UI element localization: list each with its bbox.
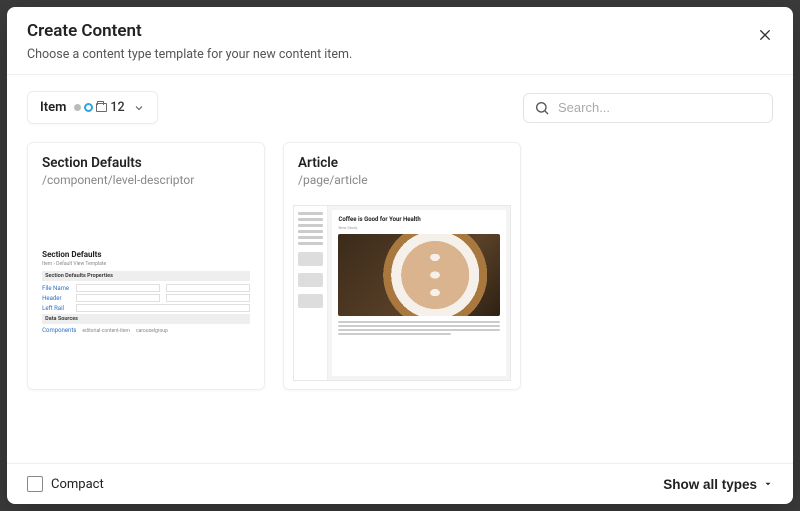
preview-row-value: editorial-content-item — [82, 328, 130, 334]
show-all-label: Show all types — [663, 477, 757, 492]
template-cards: Section Defaults /component/level-descri… — [27, 142, 773, 453]
preview-article-title: Coffee is Good for Your Health — [338, 216, 499, 223]
preview-row-label: Header — [42, 295, 70, 302]
compact-label: Compact — [51, 477, 104, 492]
checkbox-icon — [27, 476, 43, 492]
preview-cell — [76, 284, 160, 292]
preview-thumbnail: Section Defaults Item › Default View Tem… — [42, 250, 250, 336]
preview-cell — [166, 284, 250, 292]
folder-icon — [96, 103, 107, 112]
coffee-image — [338, 234, 499, 316]
modal-body: Item 12 — [7, 75, 793, 463]
preview-row-label: Components — [42, 327, 76, 334]
preview-heading: Section Defaults — [42, 250, 250, 259]
preview-main: Coffee is Good for Your Health New Study — [332, 210, 505, 377]
type-filter-badges: 12 — [74, 100, 124, 115]
card-preview: Coffee is Good for Your Health New Study — [284, 197, 520, 389]
preview-paragraph-lines — [338, 321, 499, 335]
search-input[interactable] — [558, 100, 762, 115]
preview-article-sub: New Study — [338, 225, 499, 230]
preview-sub: Item › Default View Template — [42, 261, 250, 267]
card-path: /component/level-descriptor — [42, 173, 250, 187]
preview-row-value: carouselgroup — [136, 328, 168, 334]
modal-footer: Compact Show all types — [7, 463, 793, 504]
preview-sidebar — [294, 206, 328, 381]
card-path: /page/article — [298, 173, 506, 187]
caret-down-icon — [763, 479, 773, 489]
preview-cell — [166, 294, 250, 302]
preview-group-label: Section Defaults Properties — [42, 271, 250, 281]
close-icon — [757, 27, 773, 43]
chevron-down-icon — [133, 102, 145, 114]
preview-row-label: File Name — [42, 285, 70, 292]
show-all-types-button[interactable]: Show all types — [663, 477, 773, 492]
type-filter-dropdown[interactable]: Item 12 — [27, 91, 158, 124]
preview-group-label: Data Sources — [42, 314, 250, 324]
toolbar: Item 12 — [27, 91, 773, 124]
preview-cell — [76, 294, 160, 302]
create-content-modal: Create Content Choose a content type tem… — [7, 7, 793, 504]
modal-subtitle: Choose a content type template for your … — [27, 47, 773, 62]
modal-title: Create Content — [27, 21, 773, 41]
compact-toggle[interactable]: Compact — [27, 476, 104, 492]
close-button[interactable] — [751, 21, 779, 49]
type-filter-label: Item — [40, 100, 66, 115]
preview-row-label: Left Rail — [42, 305, 70, 312]
preview-thumbnail: Coffee is Good for Your Health New Study — [293, 205, 510, 382]
card-header: Section Defaults /component/level-descri… — [28, 143, 264, 197]
card-header: Article /page/article — [284, 143, 520, 197]
search-field-wrap[interactable] — [523, 93, 773, 123]
template-card-section-defaults[interactable]: Section Defaults /component/level-descri… — [27, 142, 265, 390]
card-title: Section Defaults — [42, 155, 250, 171]
modal-backdrop: Create Content Choose a content type tem… — [0, 0, 800, 511]
card-preview: Section Defaults Item › Default View Tem… — [28, 197, 264, 389]
dot-icon — [74, 104, 81, 111]
search-icon — [534, 100, 550, 116]
preview-cell — [76, 304, 250, 312]
modal-header: Create Content Choose a content type tem… — [7, 7, 793, 75]
type-filter-count: 12 — [110, 100, 124, 115]
card-title: Article — [298, 155, 506, 171]
clock-icon — [84, 103, 93, 112]
template-card-article[interactable]: Article /page/article Coffee is Good for… — [283, 142, 521, 390]
